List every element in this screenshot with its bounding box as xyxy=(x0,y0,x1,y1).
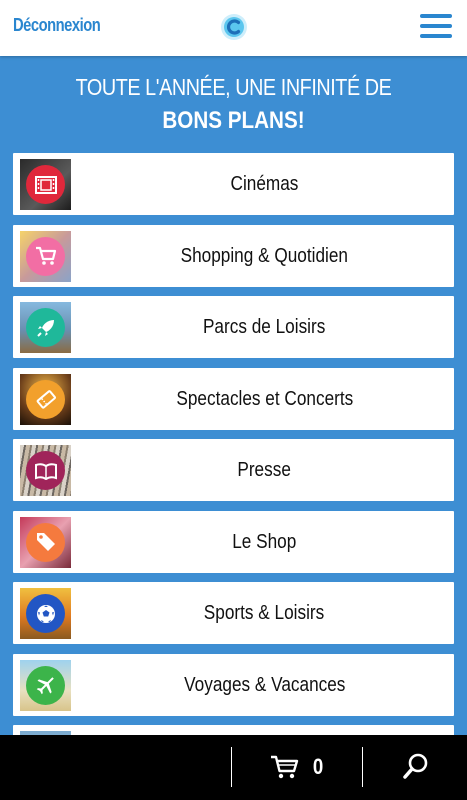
headline: TOUTE L'ANNÉE, UNE INFINITÉ DE BONS PLAN… xyxy=(0,72,467,137)
category-thumbnail xyxy=(20,159,71,210)
category-thumbnail xyxy=(20,230,71,282)
category-thumbnail xyxy=(20,302,71,353)
cart-icon xyxy=(26,236,65,276)
search-icon[interactable] xyxy=(402,752,430,780)
category-item-parcs[interactable]: Parcs de Loisirs xyxy=(13,296,454,358)
film-icon xyxy=(26,165,65,204)
cart-count[interactable]: 0 xyxy=(313,754,323,780)
category-label: Presse xyxy=(237,459,292,481)
soccer-ball-icon xyxy=(26,594,65,633)
category-list: Cinémas Shopping & Quotidien Parcs de Lo… xyxy=(13,153,454,765)
category-thumbnail xyxy=(20,373,71,425)
headline-line-2: BONS PLANS! xyxy=(162,107,305,134)
airplane-icon xyxy=(26,665,65,705)
book-icon xyxy=(26,451,65,490)
top-bar: Déconnexion xyxy=(0,0,467,56)
logout-link[interactable]: Déconnexion xyxy=(13,15,101,36)
category-item-presse[interactable]: Presse xyxy=(13,439,454,501)
hamburger-menu-icon[interactable] xyxy=(420,13,452,39)
category-item-cinemas[interactable]: Cinémas xyxy=(13,153,454,215)
headline-line-1: TOUTE L'ANNÉE, UNE INFINITÉ DE xyxy=(75,74,392,100)
category-thumbnail xyxy=(20,445,71,496)
cart-icon[interactable] xyxy=(270,754,300,780)
category-item-spectacles[interactable]: Spectacles et Concerts xyxy=(13,367,454,430)
category-label: Cinémas xyxy=(230,173,299,195)
category-item-le-shop[interactable]: Le Shop xyxy=(13,510,454,573)
bottom-bar: 0 xyxy=(0,735,467,800)
category-label: Parcs de Loisirs xyxy=(203,316,326,338)
category-label: Sports & Loisirs xyxy=(204,602,325,624)
rocket-icon xyxy=(26,308,65,347)
category-item-voyages[interactable]: Voyages & Vacances xyxy=(13,653,454,716)
divider xyxy=(362,747,363,787)
category-thumbnail xyxy=(20,659,71,711)
category-label: Le Shop xyxy=(232,530,297,553)
tag-icon xyxy=(26,522,65,562)
category-label: Voyages & Vacances xyxy=(183,673,346,696)
category-thumbnail xyxy=(20,516,71,568)
category-item-sports[interactable]: Sports & Loisirs xyxy=(13,582,454,644)
category-thumbnail xyxy=(20,588,71,639)
ticket-icon xyxy=(26,379,65,419)
divider xyxy=(231,747,232,787)
app-logo-icon[interactable] xyxy=(220,13,248,41)
category-label: Shopping & Quotidien xyxy=(180,244,349,267)
category-item-shopping[interactable]: Shopping & Quotidien xyxy=(13,224,454,287)
category-label: Spectacles et Concerts xyxy=(176,387,353,410)
